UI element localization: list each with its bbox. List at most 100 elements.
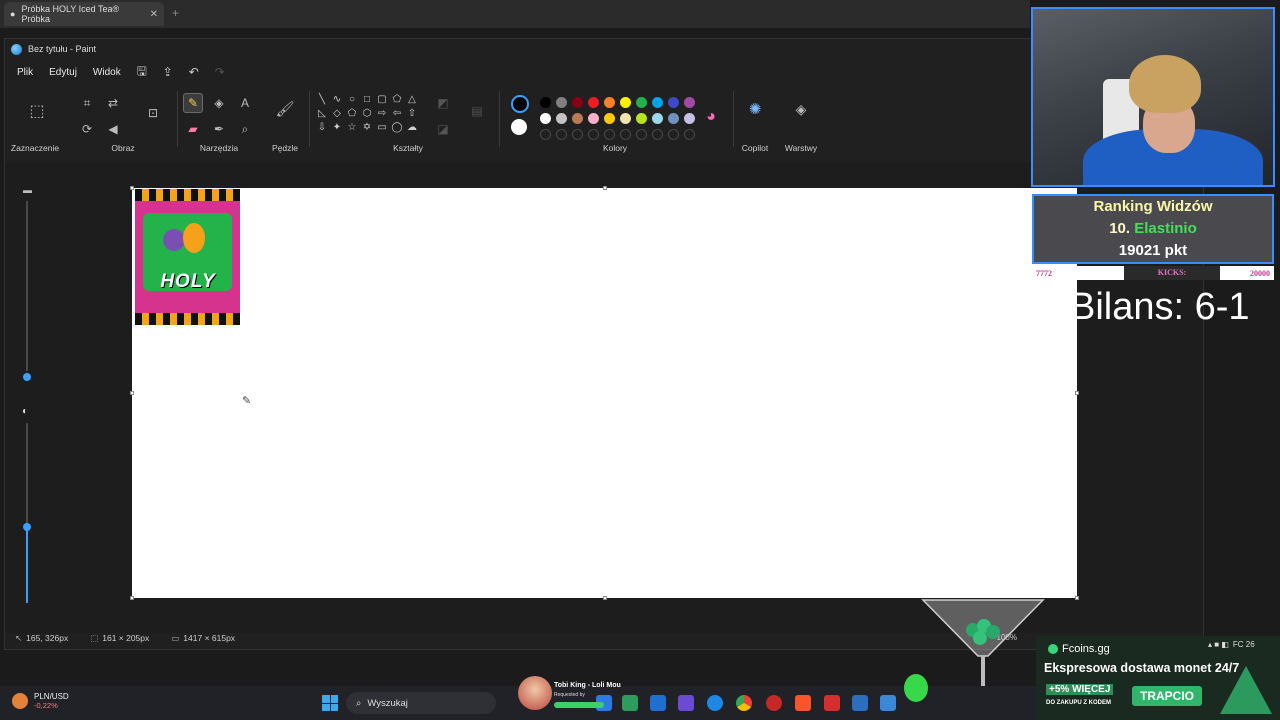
size-slider-track[interactable] <box>26 201 28 371</box>
taskbar-app-icon[interactable] <box>678 695 694 711</box>
color-swatch[interactable] <box>668 113 679 124</box>
resize-handle[interactable] <box>1075 596 1079 600</box>
menu-view[interactable]: Widok <box>87 65 127 80</box>
arrow-left-shape-icon[interactable]: ⇦ <box>390 107 404 121</box>
color-swatch[interactable] <box>604 113 615 124</box>
opera-icon[interactable] <box>766 695 782 711</box>
menu-file[interactable]: Plik <box>11 65 39 80</box>
layers-icon[interactable]: ◈ <box>791 99 811 119</box>
color-swatch[interactable] <box>540 113 551 124</box>
star4-shape-icon[interactable]: ✦ <box>330 121 344 135</box>
pentagon-shape-icon[interactable]: ⬠ <box>345 107 359 121</box>
taskbar-search[interactable]: ⌕ Wyszukaj <box>346 692 496 714</box>
callout-rect-shape-icon[interactable]: ▭ <box>375 121 389 135</box>
rectangle-shape-icon[interactable]: □ <box>360 93 374 107</box>
image-select-icon[interactable]: ⊡ <box>143 103 163 123</box>
diamond-shape-icon[interactable]: ◇ <box>330 107 344 121</box>
edit-colors-icon[interactable]: ◕ <box>701 107 721 127</box>
new-tab-button[interactable]: + <box>172 6 179 20</box>
chrome-icon[interactable] <box>736 695 752 711</box>
custom-color-slot[interactable] <box>668 129 679 140</box>
color-swatch[interactable] <box>652 113 663 124</box>
color-swatch[interactable] <box>556 97 567 108</box>
color-swatch[interactable] <box>572 113 583 124</box>
cloud-shape-icon[interactable]: ☁ <box>405 121 419 135</box>
color-swatch[interactable] <box>636 97 647 108</box>
opacity-slider-knob[interactable] <box>23 523 31 531</box>
text-icon[interactable]: A <box>235 93 255 113</box>
opacity-slider-track[interactable] <box>26 423 28 523</box>
custom-color-slot[interactable] <box>588 129 599 140</box>
pasted-image[interactable]: HOLY <box>135 189 240 325</box>
color-swatch[interactable] <box>540 97 551 108</box>
color-swatch[interactable] <box>684 113 695 124</box>
resize-handle[interactable] <box>130 596 134 600</box>
windows-start-icon[interactable] <box>322 695 338 711</box>
undo-icon[interactable]: ↶ <box>183 65 205 79</box>
crop-icon[interactable]: ⌗ <box>77 93 97 113</box>
color-swatch[interactable] <box>604 97 615 108</box>
callout-oval-shape-icon[interactable]: ◯ <box>390 121 404 135</box>
custom-color-slot[interactable] <box>604 129 615 140</box>
rotate-icon[interactable]: ⟳ <box>77 119 97 139</box>
color-swatch[interactable] <box>684 97 695 108</box>
pencil-icon[interactable]: ✎ <box>183 93 203 113</box>
resize-handle[interactable] <box>130 391 134 395</box>
vivaldi-icon[interactable] <box>824 695 840 711</box>
line-shape-icon[interactable]: ╲ <box>315 93 329 107</box>
eraser-icon[interactable]: ▰ <box>183 119 203 139</box>
flip-icon[interactable]: ◀ <box>103 119 123 139</box>
brave-icon[interactable] <box>795 695 811 711</box>
resize-handle[interactable] <box>1075 391 1079 395</box>
custom-color-slot[interactable] <box>684 129 695 140</box>
drawing-canvas[interactable]: HOLY ✎ <box>132 188 1077 598</box>
arrow-right-shape-icon[interactable]: ⇨ <box>375 107 389 121</box>
save-icon[interactable]: 🖫 <box>131 62 153 83</box>
custom-color-slot[interactable] <box>620 129 631 140</box>
custom-color-slot[interactable] <box>556 129 567 140</box>
browser-tab[interactable]: ● Próbka HOLY Iced Tea® Próbka ✕ <box>4 2 164 26</box>
right-triangle-shape-icon[interactable]: ◺ <box>315 107 329 121</box>
fcoins-code-button[interactable]: TRAPCIO <box>1132 686 1202 706</box>
color-swatch[interactable] <box>572 97 583 108</box>
close-tab-icon[interactable]: ✕ <box>150 9 158 20</box>
color-swatch[interactable] <box>620 113 631 124</box>
resize-icon[interactable]: ⇄ <box>103 93 123 113</box>
resize-handle[interactable] <box>603 596 607 600</box>
star6-shape-icon[interactable]: ✡ <box>360 121 374 135</box>
size-slider-knob[interactable] <box>23 373 31 381</box>
arrow-up-shape-icon[interactable]: ⇧ <box>405 107 419 121</box>
triangle-shape-icon[interactable]: △ <box>405 93 419 107</box>
taskbar-app-icon[interactable] <box>880 695 896 711</box>
color-swatch[interactable] <box>636 113 647 124</box>
custom-color-slot[interactable] <box>572 129 583 140</box>
outline-icon[interactable]: ◩ <box>433 93 453 113</box>
edge-icon[interactable] <box>707 695 723 711</box>
color-picker-icon[interactable]: ✒ <box>209 119 229 139</box>
fill-icon[interactable]: ◈ <box>209 93 229 113</box>
arrow-down-shape-icon[interactable]: ⇩ <box>315 121 329 135</box>
brush-icon[interactable]: 🖌 <box>275 99 295 119</box>
select-rect-icon[interactable]: ⬚ <box>25 99 49 123</box>
share-icon[interactable]: ⇪ <box>157 65 179 79</box>
custom-color-slot[interactable] <box>636 129 647 140</box>
primary-color-swatch[interactable] <box>511 95 529 113</box>
secondary-color-swatch[interactable] <box>511 119 527 135</box>
redo-icon[interactable]: ↷ <box>209 65 231 79</box>
color-swatch[interactable] <box>556 113 567 124</box>
star5-shape-icon[interactable]: ☆ <box>345 121 359 135</box>
fill-shape-icon[interactable]: ◪ <box>433 119 453 139</box>
resize-handle[interactable] <box>130 186 134 190</box>
tray-app-label[interactable]: FC 26 <box>1233 640 1255 649</box>
hexagon-shape-icon[interactable]: ⬡ <box>360 107 374 121</box>
color-swatch[interactable] <box>620 97 631 108</box>
menu-edit[interactable]: Edytuj <box>43 65 83 80</box>
tray-icons[interactable]: ▴ ■ ◧ <box>1208 640 1229 649</box>
zoom-icon[interactable]: ⌕ <box>235 119 255 139</box>
resize-handle[interactable] <box>603 186 607 190</box>
polygon-shape-icon[interactable]: ⬠ <box>390 93 404 107</box>
curve-shape-icon[interactable]: ∿ <box>330 93 344 107</box>
color-swatch[interactable] <box>588 97 599 108</box>
custom-color-slot[interactable] <box>652 129 663 140</box>
color-swatch[interactable] <box>652 97 663 108</box>
